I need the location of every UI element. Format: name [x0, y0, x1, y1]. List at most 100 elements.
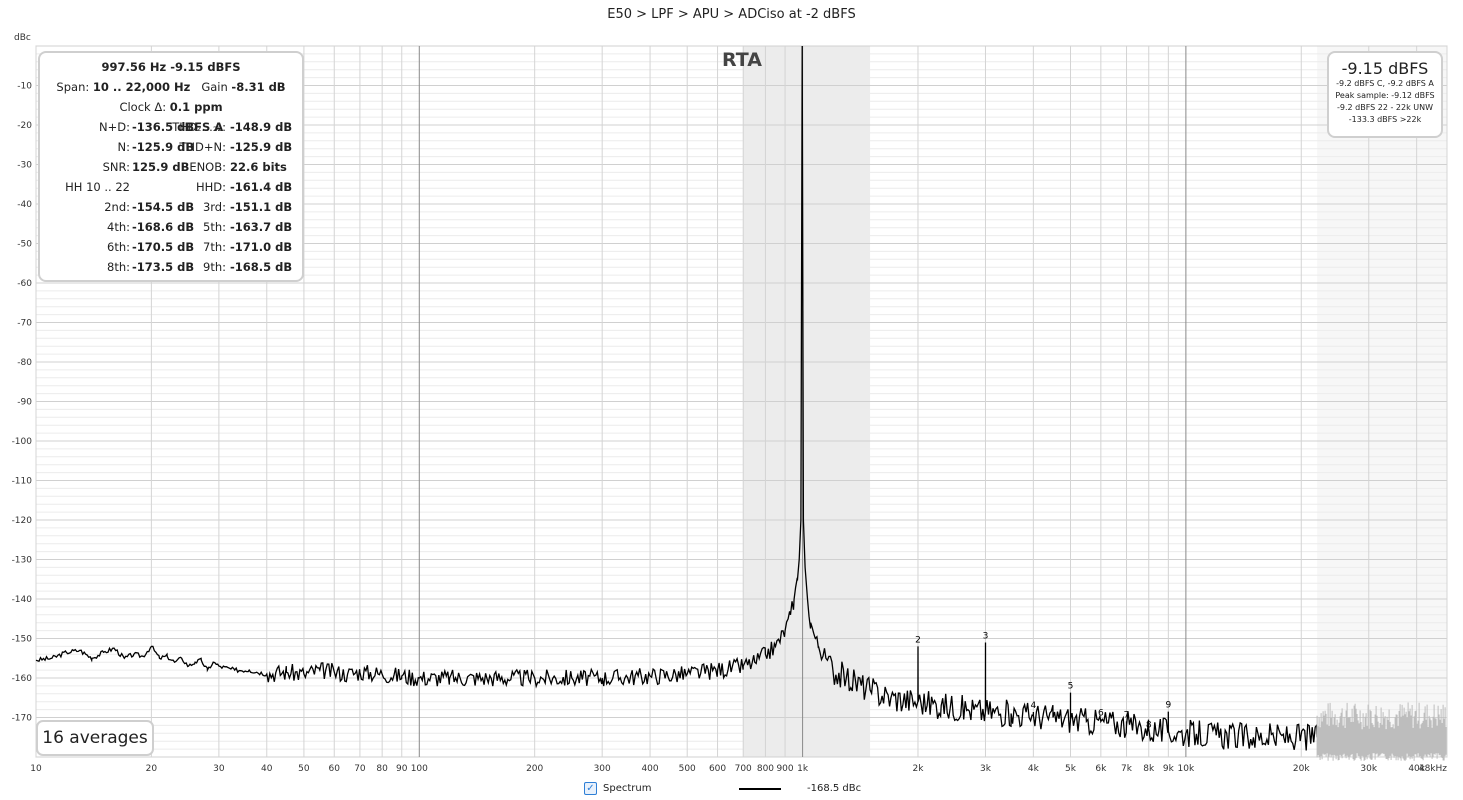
- y-tick-label: -20: [17, 121, 32, 131]
- x-tick-label: 200: [526, 764, 543, 774]
- level-sub-line: Peak sample: -9.12 dBFS: [1335, 91, 1435, 100]
- stats-value: -163.7 dB: [230, 220, 293, 234]
- harmonic-marker-label: 6: [1098, 708, 1104, 718]
- legend-line-swatch: [739, 788, 781, 790]
- x-tick-label: 90: [396, 764, 408, 774]
- stats-value: -148.9 dB: [230, 120, 293, 134]
- level-sub-line: -133.3 dBFS >22k: [1348, 115, 1422, 124]
- x-tick-label: 7k: [1121, 764, 1133, 774]
- x-tick-label: 70: [354, 764, 366, 774]
- x-tick-label: 3k: [980, 764, 992, 774]
- x-tick-label: 700: [735, 764, 752, 774]
- y-tick-label: -120: [12, 516, 33, 526]
- x-tick-label: 900: [776, 764, 793, 774]
- stats-value: -154.5 dB: [132, 200, 195, 214]
- x-tick-label: 30k: [1360, 764, 1377, 774]
- stats-value: -171.0 dB: [230, 240, 293, 254]
- stats-label: SNR:: [102, 160, 130, 174]
- harmonic-marker-label: 8: [1146, 720, 1152, 730]
- measurement-stats-panel: 997.56 Hz -9.15 dBFS Span: 10 .. 22,000 …: [38, 51, 304, 282]
- stats-label: 6th:: [107, 240, 130, 254]
- y-tick-label: -160: [12, 674, 33, 684]
- stats-label: N+D:: [99, 120, 130, 134]
- level-panel: -9.15 dBFS -9.2 dBFS C, -9.2 dBFS A Peak…: [1327, 51, 1443, 138]
- y-tick-label: -150: [12, 635, 33, 645]
- x-tick-label: 10k: [1178, 764, 1195, 774]
- x-tick-label: 4k: [1028, 764, 1040, 774]
- clock-value: 0.1 ppm: [169, 100, 223, 114]
- x-tick-label: 400: [641, 764, 658, 774]
- x-tick-label: 9k: [1163, 764, 1175, 774]
- x-tick-label: 6k: [1095, 764, 1107, 774]
- stats-label: 4th:: [107, 220, 130, 234]
- stats-label: HHD:: [195, 180, 226, 194]
- stats-label: 2nd:: [104, 200, 130, 214]
- stats-value: -168.6 dB: [132, 220, 195, 234]
- stats-value: -151.1 dB: [230, 200, 293, 214]
- stats-label: N:: [117, 140, 130, 154]
- stats-clock-row: Clock Δ: 0.1 ppm: [40, 100, 302, 114]
- x-tick-label: 50: [298, 764, 310, 774]
- y-tick-label: -10: [17, 82, 32, 92]
- span-label: Span:: [56, 80, 90, 94]
- x-tick-label: 40: [261, 764, 273, 774]
- level-main-value: -9.15 dBFS: [1341, 59, 1429, 78]
- stats-label: 9th:: [203, 260, 226, 274]
- y-tick-label: -40: [17, 200, 32, 210]
- x-tick-label: 48kHz: [1419, 764, 1447, 774]
- stats-span-gain-row: Span: 10 .. 22,000 Hz Gain -8.31 dB: [40, 80, 302, 94]
- x-tick-label: 500: [679, 764, 696, 774]
- y-tick-label: -140: [12, 595, 33, 605]
- y-tick-label: -70: [17, 319, 32, 329]
- stats-label: ENOB:: [189, 160, 226, 174]
- stats-value: -125.9 dB: [230, 140, 293, 154]
- y-tick-label: -80: [17, 358, 32, 368]
- legend-label: Spectrum: [603, 783, 652, 794]
- stats-label: THD₂…₂₂:: [172, 120, 226, 134]
- x-tick-label: 100: [411, 764, 428, 774]
- stats-label: 3rd:: [202, 200, 226, 214]
- x-tick-label: 20k: [1293, 764, 1310, 774]
- x-tick-label: 1k: [797, 764, 809, 774]
- y-tick-label: -110: [12, 477, 33, 487]
- y-axis-label: dBc: [14, 33, 31, 43]
- x-tick-label: 8k: [1143, 764, 1155, 774]
- y-tick-label: -30: [17, 161, 32, 171]
- rta-label: RTA: [722, 49, 762, 71]
- harmonic-marker-label: 5: [1068, 682, 1074, 692]
- averages-counter: 16 averages: [36, 720, 154, 756]
- span-value: 10 .. 22,000 Hz: [92, 80, 191, 94]
- x-tick-label: 60: [329, 764, 341, 774]
- level-sub-line: -9.2 dBFS C, -9.2 dBFS A: [1336, 79, 1434, 88]
- x-tick-label: 5k: [1065, 764, 1077, 774]
- x-tick-label: 300: [594, 764, 611, 774]
- spectrum-checkbox[interactable]: ✓: [584, 782, 597, 795]
- y-tick-label: -50: [17, 240, 32, 250]
- stats-label: 7th:: [203, 240, 226, 254]
- stats-value: -168.5 dB: [230, 260, 293, 274]
- harmonic-marker-label: 4: [1030, 701, 1036, 711]
- level-sub-line: -9.2 dBFS 22 - 22k UNW: [1336, 103, 1434, 112]
- y-tick-label: -100: [12, 437, 33, 447]
- clock-label: Clock Δ:: [119, 100, 167, 114]
- legend: ✓ Spectrum -168.5 dBc: [0, 781, 1463, 797]
- x-tick-label: 600: [709, 764, 726, 774]
- stats-value: -170.5 dB: [132, 240, 195, 254]
- stats-value: 22.6 bits: [230, 160, 287, 174]
- x-tick-label: 30: [213, 764, 225, 774]
- x-tick-label: 20: [146, 764, 158, 774]
- gain-label: Gain: [201, 80, 228, 94]
- y-tick-label: -170: [12, 714, 33, 724]
- legend-value: -168.5 dBc: [807, 783, 862, 794]
- stats-frequency-level: 997.56 Hz -9.15 dBFS: [101, 60, 241, 74]
- y-tick-label: -60: [17, 279, 32, 289]
- x-tick-label: 80: [376, 764, 388, 774]
- stats-value: -161.4 dB: [230, 180, 293, 194]
- stats-label: THD+N:: [179, 140, 226, 154]
- x-tick-label: 800: [757, 764, 774, 774]
- harmonic-marker-label: 3: [983, 631, 989, 641]
- stats-value: -173.5 dB: [132, 260, 195, 274]
- stats-value: 125.9 dB: [132, 160, 190, 174]
- x-tick-label: 10: [30, 764, 42, 774]
- stats-label: HH 10 .. 22: [65, 180, 130, 194]
